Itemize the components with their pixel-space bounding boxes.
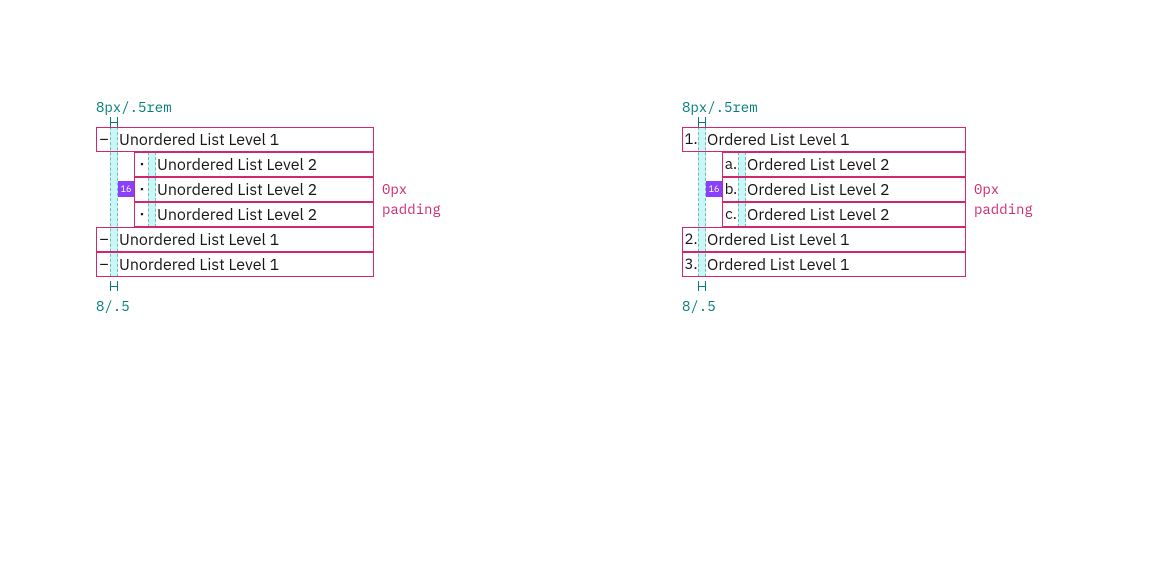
ordered-marker: 1. bbox=[683, 132, 699, 147]
square-icon: ▪ bbox=[135, 160, 149, 169]
list-item-label: Ordered List Level 1 bbox=[699, 230, 850, 250]
ordered-marker: c. bbox=[723, 207, 739, 222]
list-item: ▪ Unordered List Level 2 bbox=[134, 177, 374, 202]
square-icon: ▪ bbox=[135, 210, 149, 219]
list-item: 3. Ordered List Level 1 bbox=[682, 252, 966, 277]
tick-bottom bbox=[110, 281, 118, 291]
measure-label-bottom: 8/.5 bbox=[96, 299, 130, 313]
padding-note-line1: 0px bbox=[382, 182, 441, 196]
list-item: – Unordered List Level 1 bbox=[96, 127, 374, 152]
list-item: 1. Ordered List Level 1 bbox=[682, 127, 966, 152]
ordered-list-spec: 8px/.5rem 1. Ordered List Level 1 a. Ord… bbox=[682, 127, 1122, 277]
ordered-marker: a. bbox=[723, 157, 739, 172]
square-icon: ▪ bbox=[135, 185, 149, 194]
ordered-marker: 3. bbox=[683, 257, 699, 272]
list-item-label: Ordered List Level 2 bbox=[739, 205, 890, 225]
tick-top bbox=[110, 117, 118, 127]
dash-icon: – bbox=[97, 232, 111, 247]
tick-bottom bbox=[698, 281, 706, 291]
unordered-list: – Unordered List Level 1 ▪ Unordered Lis… bbox=[96, 127, 374, 277]
spec-diagram: 8px/.5rem – Unordered List Level 1 ▪ Uno… bbox=[0, 0, 1152, 563]
padding-note-line2: padding bbox=[974, 202, 1033, 216]
padding-note: 0px padding bbox=[974, 182, 1033, 216]
dash-icon: – bbox=[97, 132, 111, 147]
list-item: ▪ Unordered List Level 2 bbox=[134, 152, 374, 177]
list-item: – Unordered List Level 1 bbox=[96, 252, 374, 277]
indent-chip-value: 16 bbox=[709, 184, 720, 195]
indent-chip: 16 bbox=[706, 181, 722, 197]
dash-icon: – bbox=[97, 257, 111, 272]
list-item: ▪ Unordered List Level 2 bbox=[134, 202, 374, 227]
indent-chip-value: 16 bbox=[121, 184, 132, 195]
unordered-list-spec: 8px/.5rem – Unordered List Level 1 ▪ Uno… bbox=[96, 127, 536, 277]
measure-label-top: 8px/.5rem bbox=[682, 100, 758, 114]
list-item: c. Ordered List Level 2 bbox=[722, 202, 966, 227]
list-item-label: Unordered List Level 2 bbox=[149, 205, 317, 225]
list-item: a. Ordered List Level 2 bbox=[722, 152, 966, 177]
list-item-label: Unordered List Level 2 bbox=[149, 155, 317, 175]
list-item-label: Ordered List Level 1 bbox=[699, 255, 850, 275]
ordered-list: 1. Ordered List Level 1 a. Ordered List … bbox=[682, 127, 966, 277]
list-item-label: Ordered List Level 2 bbox=[739, 180, 890, 200]
measure-label-top: 8px/.5rem bbox=[96, 100, 172, 114]
list-item-label: Ordered List Level 2 bbox=[739, 155, 890, 175]
list-item: b. Ordered List Level 2 bbox=[722, 177, 966, 202]
padding-note-line2: padding bbox=[382, 202, 441, 216]
padding-note-line1: 0px bbox=[974, 182, 1033, 196]
padding-note: 0px padding bbox=[382, 182, 441, 216]
list-item-label: Unordered List Level 1 bbox=[111, 130, 279, 150]
list-item-label: Unordered List Level 1 bbox=[111, 255, 279, 275]
tick-top bbox=[698, 117, 706, 127]
list-item-label: Unordered List Level 2 bbox=[149, 180, 317, 200]
list-item-label: Unordered List Level 1 bbox=[111, 230, 279, 250]
measure-label-bottom: 8/.5 bbox=[682, 299, 716, 313]
indent-chip: 16 bbox=[118, 181, 134, 197]
list-item: 2. Ordered List Level 1 bbox=[682, 227, 966, 252]
ordered-marker: 2. bbox=[683, 232, 699, 247]
ordered-marker: b. bbox=[723, 182, 739, 197]
list-item: – Unordered List Level 1 bbox=[96, 227, 374, 252]
list-item-label: Ordered List Level 1 bbox=[699, 130, 850, 150]
